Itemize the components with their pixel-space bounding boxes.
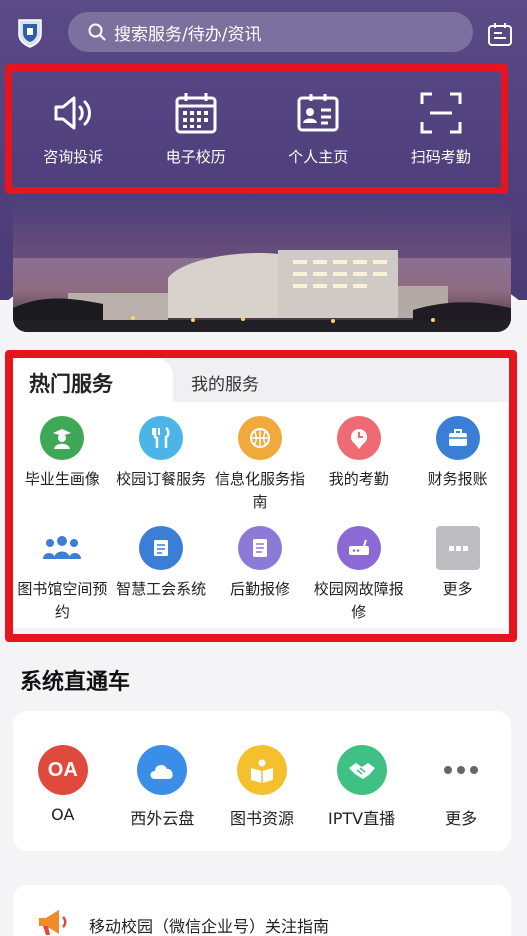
system-card: OA OA 西外云盘 图书资源 IPTV直播 更多 [13,711,511,851]
quick-action-label: 咨询投诉 [43,148,104,166]
system-more[interactable]: 更多 [416,745,506,851]
scan-icon [420,92,462,134]
schedule-icon[interactable] [486,20,514,48]
quick-action-complaint[interactable]: 咨询投诉 [18,72,128,167]
system-book-resources[interactable]: 图书资源 [217,745,307,851]
speaker-icon [54,96,92,130]
quick-action-calendar[interactable]: 电子校历 [141,72,251,167]
system-iptv[interactable]: IPTV直播 [317,745,407,851]
oa-icon: OA [37,745,88,795]
search-icon [88,23,106,41]
system-label: IPTV直播 [328,809,396,828]
system-label: 图书资源 [229,809,294,828]
system-oa[interactable]: OA OA [18,745,108,851]
book-icon [236,745,287,795]
system-label: OA [51,805,75,824]
top-bar: 搜索服务/待办/资讯 [0,10,527,56]
school-logo-icon[interactable] [16,18,44,48]
system-label: 更多 [445,809,478,828]
system-cloud-drive[interactable]: 西外云盘 [117,745,207,851]
system-label: 西外云盘 [130,809,195,828]
quick-actions: 咨询投诉 电子校历 个人主页 扫码考勤 [12,72,502,182]
cloud-icon [137,745,188,795]
handshake-icon [336,745,387,795]
quick-action-scan[interactable]: 扫码考勤 [386,72,496,167]
more-dots-icon [436,745,486,795]
quick-action-label: 电子校历 [165,148,226,166]
search-placeholder: 搜索服务/待办/资讯 [114,24,262,45]
id-card-icon [297,94,339,132]
quick-action-label: 扫码考勤 [410,148,471,166]
search-input[interactable]: 搜索服务/待办/资讯 [68,12,473,52]
system-section-title: 系统直通车 [20,670,131,695]
quick-action-label: 个人主页 [288,148,349,166]
quick-action-profile[interactable]: 个人主页 [263,72,373,167]
highlight-box-services [5,350,517,642]
megaphone-icon [35,907,69,936]
campus-banner-image[interactable] [13,198,511,332]
notice-card[interactable]: 移动校园（微信企业号）关注指南 [13,885,511,936]
calendar-icon [175,93,217,134]
notice-title: 移动校园（微信企业号）关注指南 [89,917,330,936]
oa-badge-text: OA [47,758,78,781]
